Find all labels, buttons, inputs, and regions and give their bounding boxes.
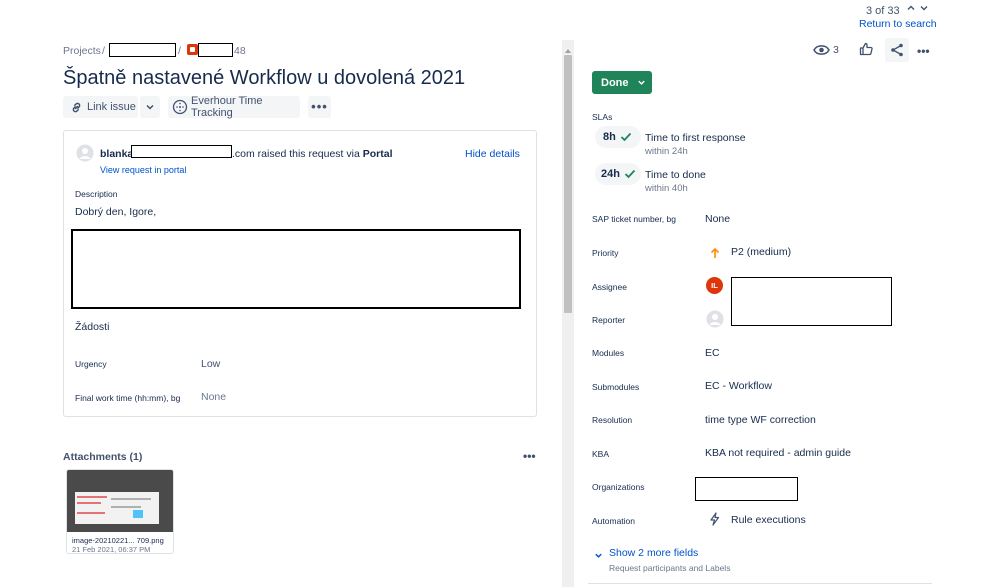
assignee-avatar[interactable]: IL (706, 277, 723, 294)
next-issue-icon[interactable] (919, 3, 929, 16)
urgency-value[interactable]: Low (201, 358, 220, 370)
raised-request-text: .com raised this request via Portal (232, 148, 393, 160)
chevron-down-icon (145, 102, 155, 112)
attachment-card[interactable]: image-20210221... 709.png 21 Feb 2021, 0… (66, 469, 174, 554)
kba-label: KBA (592, 449, 610, 459)
chevron-down-icon[interactable] (594, 547, 603, 565)
breadcrumb-separator: / (102, 45, 105, 57)
scrollbar-thumb[interactable] (564, 55, 572, 313)
redacted-issue-key (198, 43, 233, 57)
sla-badge-time-to-done: 24h (595, 163, 641, 185)
stopwatch-icon (172, 99, 188, 115)
attachments-more-icon[interactable]: ••• (523, 449, 536, 463)
final-work-time-label: Final work time (hh:mm), bg (75, 393, 181, 403)
sla-sub-time-to-done: within 40h (645, 183, 688, 194)
reporter-label: Reporter (592, 315, 626, 325)
description-zadosti: Žádosti (75, 321, 110, 333)
sla-title-first-response: Time to first response (645, 132, 746, 144)
attachments-header: Attachments (1) (63, 451, 143, 463)
submodules-label: Submodules (592, 382, 640, 392)
share-icon (890, 43, 904, 62)
resolution-value[interactable]: time type WF correction (705, 414, 816, 426)
sla-title-time-to-done: Time to done (645, 169, 706, 181)
check-icon (620, 132, 632, 142)
hide-details-link[interactable]: Hide details (465, 148, 520, 160)
reporter-avatar[interactable] (706, 310, 724, 333)
sap-ticket-label: SAP ticket number, bg (592, 214, 676, 224)
redacted-description (71, 229, 521, 309)
show-more-fields-link[interactable]: Show 2 more fields (609, 547, 698, 559)
issue-title[interactable]: Špatně nastavené Workflow u dovolená 202… (63, 67, 465, 90)
slas-label: SLAs (592, 112, 613, 122)
return-to-search-link[interactable]: Return to search (859, 18, 937, 30)
modules-label: Modules (592, 348, 625, 358)
final-work-time-value[interactable]: None (201, 391, 226, 403)
watcher-count: 3 (833, 44, 839, 56)
issue-type-icon (187, 44, 198, 55)
email-domain: .com (232, 148, 255, 160)
kba-value[interactable]: KBA not required - admin guide (705, 447, 851, 459)
more-options-icon[interactable]: ••• (917, 44, 930, 58)
portal-label: Portal (362, 148, 393, 160)
automation-value[interactable]: Rule executions (731, 514, 806, 526)
everhour-label: Everhour Time Tracking (191, 95, 263, 119)
thumbs-up-icon[interactable] (859, 42, 873, 61)
sla-time: 8h (603, 131, 616, 143)
link-issue-dropdown[interactable] (140, 96, 160, 118)
more-fields-hint: Request participants and Labels (609, 563, 731, 573)
sla-badge-first-response: 8h (595, 126, 641, 148)
chevron-down-icon (637, 78, 646, 87)
eye-icon[interactable] (813, 43, 830, 62)
redacted-assignee-reporter (731, 277, 892, 326)
description-label: Description (75, 189, 118, 199)
description-greeting: Dobrý den, Igore, (75, 206, 157, 218)
reporter-name[interactable]: blanka (100, 148, 133, 160)
submodules-value[interactable]: EC - Workflow (705, 380, 772, 392)
link-issue-button[interactable]: Link issue (63, 96, 138, 118)
sla-time: 24h (601, 168, 620, 180)
redacted-email (131, 145, 232, 158)
priority-label: Priority (592, 248, 619, 258)
organizations-label: Organizations (592, 482, 645, 492)
share-button[interactable] (885, 38, 909, 62)
attachment-file-name: image-20210221... 709.png (72, 536, 164, 545)
urgency-label: Urgency (75, 359, 107, 369)
assignee-label: Assignee (592, 282, 627, 292)
modules-value[interactable]: EC (705, 347, 720, 359)
link-issue-label: Link issue (87, 101, 136, 113)
redacted-organizations (695, 477, 798, 501)
issue-position-counter: 3 of 33 (866, 5, 900, 17)
lightning-icon (709, 512, 720, 531)
resolution-label: Resolution (592, 415, 633, 425)
automation-label: Automation (592, 516, 635, 526)
avatar (76, 144, 94, 167)
priority-arrow-up-icon (710, 246, 720, 264)
more-actions-button[interactable]: ••• (308, 96, 331, 118)
check-icon (624, 169, 636, 179)
link-icon (70, 101, 83, 114)
view-request-in-portal-link[interactable]: View request in portal (100, 165, 186, 175)
attachment-date: 21 Feb 2021, 06:37 PM (72, 545, 151, 554)
status-label: Done (601, 76, 629, 89)
redacted-project-name (109, 43, 176, 57)
raised-via-text: raised this request via (254, 148, 363, 160)
divider (588, 583, 932, 584)
sap-ticket-value[interactable]: None (705, 213, 730, 225)
breadcrumb-issue-key[interactable]: 48 (234, 45, 246, 57)
breadcrumb-separator: / (178, 45, 181, 57)
sla-sub-first-response: within 24h (645, 146, 688, 157)
attachment-thumbnail (67, 470, 173, 532)
status-button[interactable]: Done (592, 71, 652, 94)
more-icon: ••• (311, 99, 328, 114)
priority-value[interactable]: P2 (medium) (731, 246, 791, 258)
breadcrumb-projects[interactable]: Projects (63, 45, 101, 57)
previous-issue-icon[interactable] (906, 3, 916, 16)
everhour-button[interactable]: Everhour Time Tracking (168, 95, 300, 119)
